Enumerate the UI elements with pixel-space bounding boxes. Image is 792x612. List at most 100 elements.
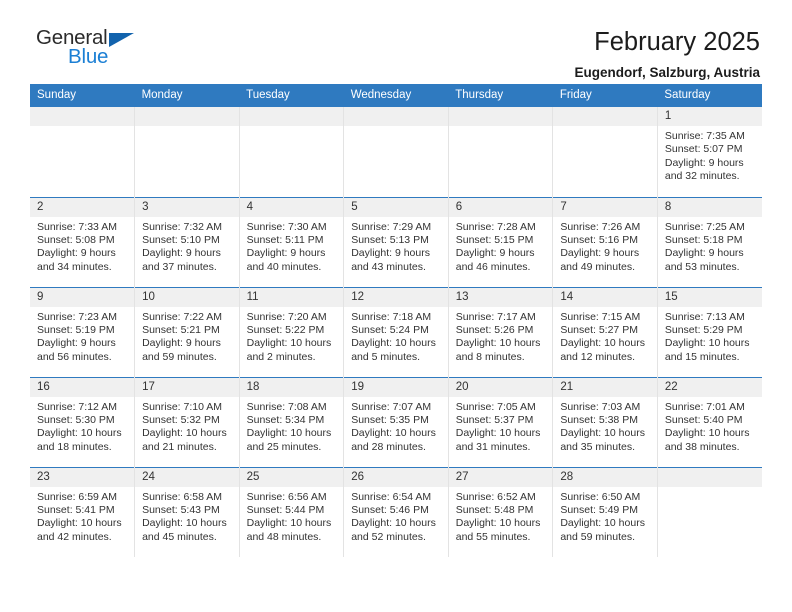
sunset-time: Sunset: 5:08 PM: [37, 233, 115, 246]
sunset-time: Sunset: 5:43 PM: [142, 503, 220, 516]
daylight-duration-line1: Daylight: 10 hours: [37, 427, 122, 440]
daylight-duration-line2: and 48 minutes.: [246, 530, 322, 543]
daylight-duration-line1: Daylight: 10 hours: [455, 337, 541, 350]
calendar-day-cell[interactable]: 8 Sunrise: 7:25 AM Sunset: 5:18 PM Daylight…: [656, 196, 762, 287]
day-details: Sunrise: 7:25 AM Sunset: 5:18 PM Daylight:…: [658, 217, 762, 275]
calendar-day-cell[interactable]: 13 Sunrise: 7:17 AM Sunset: 5:26 PM Dayligh…: [447, 286, 553, 377]
weekday-header-friday: Friday: [552, 84, 658, 107]
day-number: [239, 107, 344, 126]
daylight-duration-line2: and 59 minutes.: [560, 530, 636, 543]
sunset-time: Sunset: 5:22 PM: [246, 323, 325, 336]
calendar-day-cell[interactable]: 14 Sunrise: 7:15 AM Sunset: 5:27 PM Dayligh…: [552, 286, 658, 377]
day-number: 14: [553, 287, 657, 307]
daylight-duration-line1: Daylight: 10 hours: [246, 517, 332, 530]
day-number: 17: [135, 377, 239, 397]
day-number: [448, 107, 553, 126]
day-details: Sunrise: 6:52 AM Sunset: 5:48 PM Daylight:…: [449, 487, 553, 545]
calendar-day-cell[interactable]: 2 Sunrise: 7:33 AM Sunset: 5:08 PM Daylight…: [30, 196, 135, 287]
daylight-duration-line1: Daylight: 9 hours: [664, 156, 744, 169]
calendar-day-cell[interactable]: 9 Sunrise: 7:23 AM Sunset: 5:19 PM Daylight…: [30, 286, 135, 377]
sunset-time: Sunset: 5:07 PM: [664, 143, 743, 156]
calendar-day-cell[interactable]: 22 Sunrise: 7:01 AM Sunset: 5:40 PM Dayligh…: [656, 376, 762, 467]
sunrise-time: Sunrise: 7:10 AM: [142, 400, 223, 413]
calendar-day-cell[interactable]: 7 Sunrise: 7:26 AM Sunset: 5:16 PM Daylight…: [552, 196, 658, 287]
calendar-day-cell-empty: [30, 107, 135, 197]
daylight-duration-line2: and 32 minutes.: [664, 170, 740, 183]
calendar-day-cell[interactable]: 12 Sunrise: 7:18 AM Sunset: 5:24 PM Dayligh…: [343, 286, 449, 377]
calendar-day-cell[interactable]: 26 Sunrise: 6:54 AM Sunset: 5:46 PM Dayligh…: [343, 466, 449, 557]
day-number: 28: [553, 467, 657, 487]
sunset-time: Sunset: 5:46 PM: [351, 503, 429, 516]
daylight-duration-line2: and 49 minutes.: [560, 260, 636, 273]
daylight-duration-line1: Daylight: 9 hours: [142, 337, 221, 350]
sunrise-time: Sunrise: 6:50 AM: [560, 490, 641, 503]
sunrise-time: Sunrise: 7:12 AM: [37, 400, 117, 413]
daylight-duration-line2: and 45 minutes.: [142, 530, 217, 543]
calendar-day-cell[interactable]: 18 Sunrise: 7:08 AM Sunset: 5:34 PM Dayligh…: [238, 376, 344, 467]
daylight-duration-line1: Daylight: 10 hours: [560, 427, 645, 440]
calendar-day-cell[interactable]: 19 Sunrise: 7:07 AM Sunset: 5:35 PM Dayligh…: [343, 376, 449, 467]
calendar-day-cell[interactable]: 17 Sunrise: 7:10 AM Sunset: 5:32 PM Dayligh…: [134, 376, 240, 467]
day-number: 7: [553, 197, 657, 217]
daylight-duration-line1: Daylight: 10 hours: [142, 517, 227, 530]
day-number: [135, 107, 239, 126]
day-number: 4: [239, 197, 344, 217]
calendar-day-cell[interactable]: 16 Sunrise: 7:12 AM Sunset: 5:30 PM Dayligh…: [30, 376, 135, 467]
calendar-day-cell[interactable]: 15 Sunrise: 7:13 AM Sunset: 5:29 PM Dayligh…: [656, 286, 762, 377]
daylight-duration-line1: Daylight: 9 hours: [455, 247, 535, 260]
day-details: Sunrise: 6:58 AM Sunset: 5:43 PM Daylight:…: [135, 487, 239, 545]
daylight-duration-line2: and 52 minutes.: [351, 530, 426, 543]
calendar-week-row: 2 Sunrise: 7:33 AM Sunset: 5:08 PM Daylight…: [30, 196, 762, 287]
day-details: Sunrise: 7:23 AM Sunset: 5:19 PM Daylight:…: [30, 307, 134, 365]
sunset-time: Sunset: 5:26 PM: [455, 323, 534, 336]
daylight-duration-line1: Daylight: 9 hours: [351, 247, 430, 260]
calendar-day-cell[interactable]: 1 Sunrise: 7:35 AM Sunset: 5:07 PM Daylight…: [656, 107, 762, 197]
general-blue-logo[interactable]: General Blue: [36, 27, 156, 76]
calendar-day-cell[interactable]: 21 Sunrise: 7:03 AM Sunset: 5:38 PM Dayligh…: [552, 376, 658, 467]
calendar-day-cell[interactable]: 5 Sunrise: 7:29 AM Sunset: 5:13 PM Daylight…: [343, 196, 449, 287]
calendar-day-cell[interactable]: 4 Sunrise: 7:30 AM Sunset: 5:11 PM Daylight…: [238, 196, 344, 287]
daylight-duration-line2: and 56 minutes.: [37, 350, 112, 363]
day-number: 8: [657, 197, 762, 217]
calendar-day-cell[interactable]: 20 Sunrise: 7:05 AM Sunset: 5:37 PM Dayligh…: [447, 376, 553, 467]
sunset-time: Sunset: 5:15 PM: [455, 233, 534, 246]
sunset-time: Sunset: 5:44 PM: [246, 503, 325, 516]
calendar-week-row: 1 Sunrise: 7:35 AM Sunset: 5:07 PM Daylight…: [30, 107, 762, 197]
calendar-day-cell[interactable]: 27 Sunrise: 6:52 AM Sunset: 5:48 PM Dayligh…: [447, 466, 553, 557]
sunset-time: Sunset: 5:27 PM: [560, 323, 638, 336]
calendar-day-cell[interactable]: 28 Sunrise: 6:50 AM Sunset: 5:49 PM Dayligh…: [552, 466, 658, 557]
daylight-duration-line2: and 18 minutes.: [37, 440, 112, 453]
calendar-day-cell[interactable]: 11 Sunrise: 7:20 AM Sunset: 5:22 PM Dayligh…: [238, 286, 344, 377]
calendar-week-row: 9 Sunrise: 7:23 AM Sunset: 5:19 PM Daylight…: [30, 286, 762, 377]
daylight-duration-line2: and 8 minutes.: [455, 350, 525, 363]
sunrise-time: Sunrise: 7:30 AM: [246, 220, 327, 233]
daylight-duration-line1: Daylight: 10 hours: [142, 427, 227, 440]
title-block: February 2025 Eugendorf, Salzburg, Austr…: [574, 28, 762, 80]
daylight-duration-line1: Daylight: 9 hours: [37, 247, 116, 260]
calendar-day-cell[interactable]: 23 Sunrise: 6:59 AM Sunset: 5:41 PM Dayligh…: [30, 466, 135, 557]
sunrise-time: Sunrise: 7:01 AM: [664, 400, 745, 413]
day-number: 16: [30, 377, 135, 397]
sunset-time: Sunset: 5:41 PM: [37, 503, 115, 516]
calendar-day-cell[interactable]: 24 Sunrise: 6:58 AM Sunset: 5:43 PM Dayligh…: [134, 466, 240, 557]
day-details: Sunrise: 7:32 AM Sunset: 5:10 PM Daylight:…: [135, 217, 239, 275]
weekday-header-monday: Monday: [134, 84, 240, 107]
calendar-day-cell[interactable]: 10 Sunrise: 7:22 AM Sunset: 5:21 PM Dayligh…: [134, 286, 240, 377]
daylight-duration-line1: Daylight: 9 hours: [246, 247, 326, 260]
day-number: 21: [553, 377, 657, 397]
calendar-day-cell[interactable]: 6 Sunrise: 7:28 AM Sunset: 5:15 PM Daylight…: [447, 196, 553, 287]
day-details: Sunrise: 7:12 AM Sunset: 5:30 PM Daylight:…: [30, 397, 134, 455]
daylight-duration-line1: Daylight: 10 hours: [351, 337, 436, 350]
calendar-day-cell[interactable]: 3 Sunrise: 7:32 AM Sunset: 5:10 PM Daylight…: [134, 196, 240, 287]
daylight-duration-line2: and 46 minutes.: [455, 260, 531, 273]
sunrise-time: Sunrise: 7:13 AM: [664, 310, 745, 323]
sunset-time: Sunset: 5:34 PM: [246, 413, 325, 426]
day-details: Sunrise: 7:03 AM Sunset: 5:38 PM Daylight:…: [553, 397, 657, 455]
daylight-duration-line2: and 37 minutes.: [142, 260, 217, 273]
sunset-time: Sunset: 5:35 PM: [351, 413, 429, 426]
day-details: Sunrise: 7:28 AM Sunset: 5:15 PM Daylight:…: [449, 217, 553, 275]
day-details: Sunrise: 7:01 AM Sunset: 5:40 PM Daylight:…: [658, 397, 762, 455]
day-number: 24: [135, 467, 239, 487]
page-title: February 2025: [594, 28, 760, 56]
calendar-day-cell[interactable]: 25 Sunrise: 6:56 AM Sunset: 5:44 PM Dayligh…: [238, 466, 344, 557]
